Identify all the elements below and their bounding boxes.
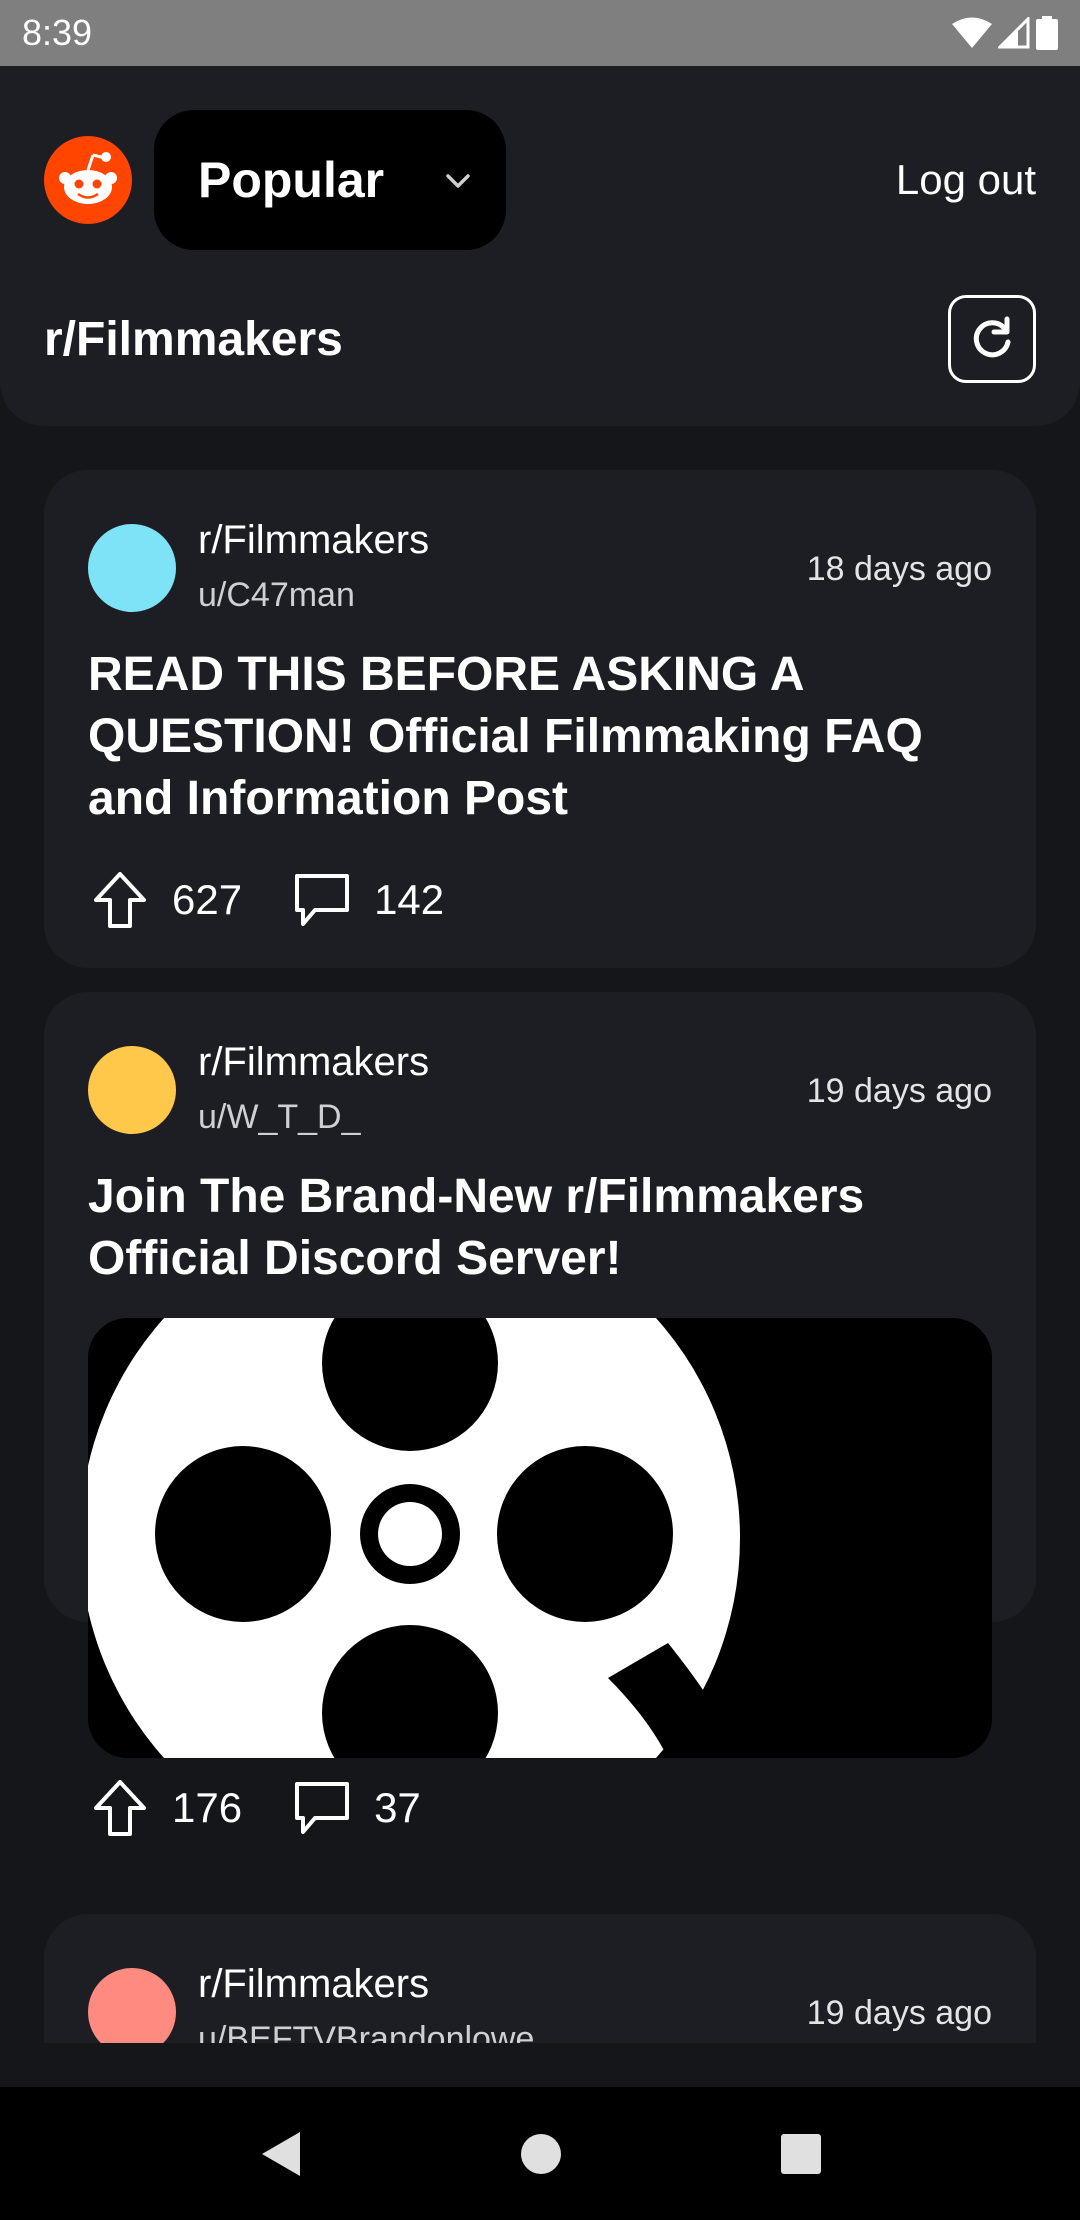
post-time: 19 days ago xyxy=(806,1994,992,2032)
comments-button[interactable] xyxy=(290,1776,354,1840)
refresh-icon xyxy=(973,316,1011,358)
upvote-button[interactable] xyxy=(88,1776,152,1840)
status-time: 8:39 xyxy=(22,12,93,53)
system-nav-bar xyxy=(0,2087,1080,2220)
post-time: 19 days ago xyxy=(806,1072,992,1110)
post-image[interactable] xyxy=(88,1318,992,1758)
upvote-button[interactable] xyxy=(88,868,152,932)
upvote-count: 627 xyxy=(172,876,243,923)
comments-button[interactable] xyxy=(290,868,354,932)
upvote-arrow-icon xyxy=(94,872,146,928)
chevron-down-icon xyxy=(446,174,470,188)
feed-selector-label: Popular xyxy=(198,152,385,208)
post-card[interactable]: r/Filmmakers u/W_T_D_ 19 days ago Join T… xyxy=(44,992,1036,1836)
post-subreddit[interactable]: r/Filmmakers xyxy=(198,1962,429,2007)
refresh-button[interactable] xyxy=(948,295,1036,383)
app-header: Popular Log out r/Filmmakers xyxy=(0,66,1080,426)
avatar xyxy=(88,1968,176,2043)
signal-icon xyxy=(998,17,1030,49)
post-author[interactable]: u/W_T_D_ xyxy=(198,1098,361,1137)
upvote-arrow-icon xyxy=(94,1780,146,1836)
post-title[interactable]: READ THIS BEFORE ASKING A QUESTION! Offi… xyxy=(88,644,992,830)
logout-button[interactable]: Log out xyxy=(896,156,1036,204)
post-card[interactable]: r/Filmmakers u/C47man 18 days ago READ T… xyxy=(44,470,1036,968)
battery-icon xyxy=(1036,16,1058,50)
post-feed[interactable]: r/Filmmakers u/C47man 18 days ago READ T… xyxy=(0,426,1080,2043)
post-subreddit[interactable]: r/Filmmakers xyxy=(198,1040,429,1085)
recents-icon[interactable] xyxy=(780,2133,822,2175)
post-time: 18 days ago xyxy=(806,550,992,588)
post-author[interactable]: u/C47man xyxy=(198,576,355,615)
status-bar: 8:39 xyxy=(0,0,1080,66)
status-icons xyxy=(952,16,1058,50)
avatar xyxy=(88,524,176,612)
post-title[interactable]: Join The Brand-New r/Filmmakers Official… xyxy=(88,1166,992,1290)
comment-bubble-icon xyxy=(295,1782,350,1834)
back-icon[interactable] xyxy=(258,2130,302,2178)
comment-count: 37 xyxy=(374,1784,421,1831)
reddit-logo-icon xyxy=(44,136,132,224)
home-icon[interactable] xyxy=(520,2133,562,2175)
film-reel-logo xyxy=(88,1318,992,1758)
avatar xyxy=(88,1046,176,1134)
wifi-icon xyxy=(952,17,992,48)
feed-selector[interactable]: Popular xyxy=(154,110,506,250)
page-title: r/Filmmakers xyxy=(44,313,343,366)
post-stats: 176 37 xyxy=(88,1776,421,1840)
upvote-count: 176 xyxy=(172,1784,243,1831)
post-stats: 627 142 xyxy=(88,868,444,932)
post-card[interactable]: r/Filmmakers u/BEFTVBrandonlowe 19 days … xyxy=(44,1914,1036,2043)
post-author[interactable]: u/BEFTVBrandonlowe xyxy=(198,2020,534,2043)
comment-bubble-icon xyxy=(295,874,350,926)
post-subreddit[interactable]: r/Filmmakers xyxy=(198,518,429,563)
comment-count: 142 xyxy=(374,876,445,923)
